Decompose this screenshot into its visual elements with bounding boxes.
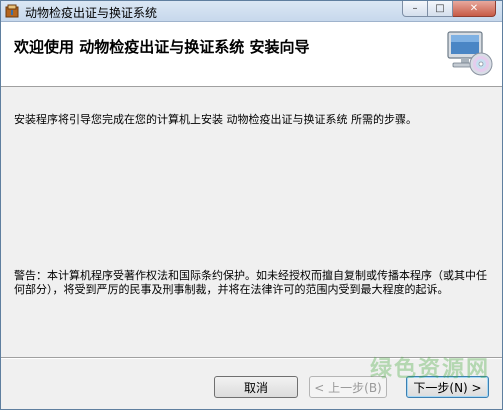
computer-cd-icon: [447, 31, 493, 76]
cancel-button[interactable]: 取消: [214, 376, 298, 398]
wizard-header: 欢迎使用 动物检疫出证与换证系统 安装向导: [1, 22, 502, 87]
minimize-button[interactable]: –: [402, 1, 428, 17]
installer-app-icon: [5, 4, 19, 18]
close-button[interactable]: ✕: [453, 1, 496, 17]
copyright-warning: 警告：本计算机程序受著作权法和国际条约保护。如未经授权而擅自复制或传播本程序（或…: [14, 269, 487, 296]
installer-window: 动物检疫出证与换证系统 – □ ✕ 欢迎使用 动物检疫出证与换证系统 安装向导 …: [0, 0, 503, 410]
wizard-body: 安装程序将引导您完成在您的计算机上安装 动物检疫出证与换证系统 所需的步骤。 警…: [1, 87, 502, 357]
window-controls: – □ ✕: [402, 1, 496, 19]
window-title: 动物检疫出证与换证系统: [25, 6, 158, 20]
maximize-button[interactable]: □: [428, 1, 453, 17]
wizard-title: 欢迎使用 动物检疫出证与换证系统 安装向导: [14, 38, 310, 56]
intro-text: 安装程序将引导您完成在您的计算机上安装 动物检疫出证与换证系统 所需的步骤。: [14, 113, 417, 126]
title-bar[interactable]: 动物检疫出证与换证系统 – □ ✕: [1, 1, 502, 22]
site-watermark: 绿色资源网: [369, 357, 490, 382]
